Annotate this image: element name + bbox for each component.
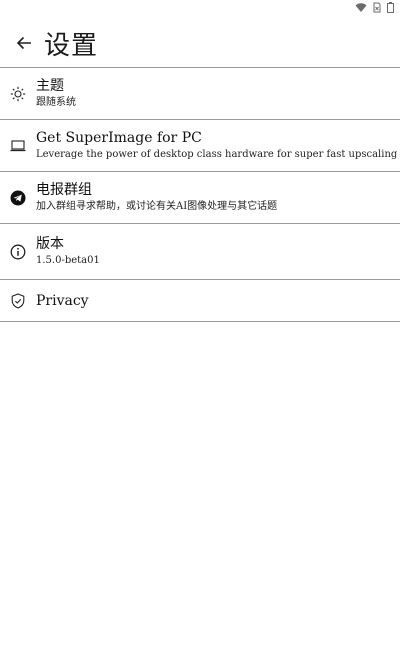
item-subtitle: 1.5.0-beta01: [36, 255, 100, 266]
item-text: 版本 1.5.0-beta01: [36, 235, 100, 268]
info-icon: [10, 244, 26, 259]
item-text: Privacy: [36, 292, 89, 310]
item-icon-wrap: [0, 292, 36, 309]
settings-item-get-pc[interactable]: Get SuperImage for PC Leverage the power…: [0, 120, 400, 172]
item-title: Get SuperImage for PC: [36, 130, 202, 146]
item-text: Get SuperImage for PC Leverage the power…: [36, 129, 397, 162]
item-icon-wrap: [0, 244, 36, 260]
telegram-icon: [10, 190, 26, 205]
top-app-bar: 设置: [0, 20, 400, 66]
item-text: 电报群组 加入群组寻求帮助，或讨论有关AI图像处理与其它话题: [36, 181, 277, 214]
item-title: 主题: [36, 78, 64, 94]
settings-item-telegram[interactable]: 电报群组 加入群组寻求帮助，或讨论有关AI图像处理与其它话题: [0, 172, 400, 224]
battery-icon: [387, 2, 394, 13]
back-button[interactable]: [4, 23, 44, 63]
status-icons: [355, 2, 394, 13]
item-subtitle: 加入群组寻求帮助，或讨论有关AI图像处理与其它话题: [36, 201, 278, 212]
item-icon-wrap: [0, 139, 36, 153]
item-icon-wrap: [0, 86, 36, 102]
shield-icon: [11, 292, 25, 309]
wifi-icon: [355, 2, 367, 12]
item-subtitle: Leverage the power of desktop class hard…: [36, 149, 398, 160]
settings-list: 主题 跟随系统 Get SuperImage for PC Leverage t…: [0, 67, 400, 322]
settings-item-privacy[interactable]: Privacy: [0, 280, 400, 322]
item-icon-wrap: [0, 190, 36, 206]
arrow-left-icon: [16, 36, 31, 50]
item-title: 电报群组: [36, 182, 92, 198]
item-title: 版本: [36, 236, 64, 252]
no-sim-icon: [373, 2, 381, 13]
laptop-icon: [10, 139, 26, 151]
item-text: 主题 跟随系统: [36, 77, 76, 110]
item-subtitle: 跟随系统: [36, 97, 76, 108]
sun-icon: [10, 86, 26, 101]
item-title: Privacy: [36, 292, 89, 309]
settings-item-version[interactable]: 版本 1.5.0-beta01: [0, 224, 400, 280]
status-bar: [0, 0, 400, 16]
page-title: 设置: [44, 30, 99, 61]
settings-item-theme[interactable]: 主题 跟随系统: [0, 68, 400, 120]
